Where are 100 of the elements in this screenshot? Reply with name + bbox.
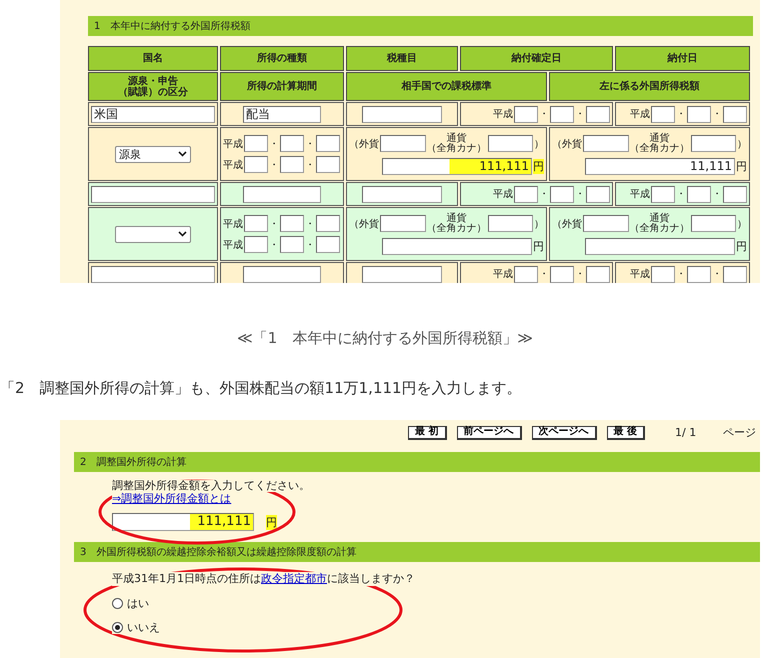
era-label: 平成: [223, 138, 243, 150]
column-header: 所得の計算期間: [220, 72, 344, 101]
era-label: 平成: [630, 268, 650, 281]
dropdown[interactable]: 源泉: [115, 146, 191, 162]
separator-dot: ・: [269, 218, 279, 230]
text-field[interactable]: [244, 236, 268, 253]
amount-field[interactable]: 111,111: [112, 513, 254, 531]
chevron-down-icon: [178, 151, 187, 157]
era-label: 平成: [493, 108, 513, 121]
separator-dot: ・: [269, 138, 279, 150]
term-link[interactable]: 政令指定都市: [261, 572, 327, 585]
text-field[interactable]: [316, 135, 340, 152]
text-field[interactable]: [362, 186, 442, 202]
yen-unit: 円: [533, 238, 544, 254]
era-label: 平成: [630, 108, 650, 121]
text-field[interactable]: [651, 106, 675, 122]
era-label: 平成: [630, 188, 650, 201]
text-field[interactable]: [280, 215, 304, 232]
text-field[interactable]: [280, 156, 304, 173]
page-nav-button[interactable]: 前ページへ: [456, 426, 522, 440]
era-label: 平成: [493, 188, 513, 201]
separator-dot: ・: [575, 188, 585, 201]
text-field[interactable]: 配当: [243, 106, 321, 122]
section-header: 3 外国所得税額の繰越控除余裕額又は繰越控除限度額の計算: [74, 542, 760, 562]
dropdown[interactable]: [115, 226, 191, 242]
separator-dot: ・: [305, 218, 315, 230]
text-field[interactable]: [280, 236, 304, 253]
chevron-down-icon: [178, 231, 187, 237]
separator-dot: ・: [676, 108, 686, 121]
text-field[interactable]: [651, 266, 675, 282]
separator-dot: ・: [575, 268, 585, 281]
radio-option[interactable]: いいえ: [112, 620, 160, 634]
bracket-label: ）: [534, 218, 544, 230]
text-field[interactable]: [514, 186, 538, 202]
separator-dot: ・: [539, 188, 549, 201]
text-field[interactable]: [91, 266, 215, 282]
yen-unit: 円: [266, 514, 277, 530]
body-text: 「2 調整国外所得の計算」も、外国株配当の額11万1,111円を入力します。: [0, 378, 523, 398]
page-nav-button[interactable]: 最 初: [408, 426, 447, 440]
page-nav-button[interactable]: 次ページへ: [532, 426, 597, 440]
text-field[interactable]: [514, 266, 538, 282]
figure-caption: ≪「1 本年中に納付する外国所得税額」≫: [236, 328, 534, 348]
text-field[interactable]: [244, 156, 268, 173]
text-field[interactable]: [583, 135, 628, 152]
text-field[interactable]: [690, 215, 736, 232]
era-label: 平成: [223, 158, 243, 172]
text-field[interactable]: [380, 135, 426, 152]
text-field[interactable]: [380, 215, 426, 232]
text-field[interactable]: [280, 135, 304, 152]
yen-unit: 円: [533, 158, 544, 174]
text-field[interactable]: [687, 266, 711, 282]
amount-field[interactable]: [382, 238, 532, 254]
text-field[interactable]: [488, 135, 533, 152]
text-field[interactable]: [316, 156, 340, 173]
text-field[interactable]: [243, 266, 321, 282]
bracket-label: ）: [534, 138, 544, 150]
text-field[interactable]: [550, 266, 574, 282]
foreign-currency-label: （外貨: [349, 218, 379, 230]
separator-dot: ・: [676, 188, 686, 201]
page-nav-button[interactable]: 最 後: [606, 426, 645, 440]
text-field[interactable]: [243, 186, 321, 202]
text-field[interactable]: [91, 186, 215, 202]
page-count: 1/ 1: [675, 426, 698, 439]
column-header: 源泉・申告 （賦課）の区分: [88, 72, 218, 101]
text-field[interactable]: [362, 106, 442, 122]
question-text: 平成31年1月1日時点の住所は政令指定都市に該当しますか？: [112, 572, 415, 586]
text-field[interactable]: [316, 236, 340, 253]
text-field[interactable]: [316, 215, 340, 232]
text-field[interactable]: [586, 266, 610, 282]
text-field[interactable]: [244, 215, 268, 232]
text-field[interactable]: [514, 106, 538, 122]
text-field[interactable]: [651, 186, 675, 202]
text-field[interactable]: [362, 266, 442, 282]
text-field[interactable]: [550, 186, 574, 202]
separator-dot: ・: [305, 138, 315, 150]
text-field[interactable]: [687, 186, 711, 202]
text-field[interactable]: 米国: [91, 106, 215, 122]
text-field[interactable]: [586, 186, 610, 202]
separator-dot: ・: [539, 108, 549, 121]
amount-field[interactable]: 11,111: [585, 158, 735, 174]
column-header: 左に係る外国所得税額: [549, 72, 750, 101]
text-field[interactable]: [687, 106, 711, 122]
separator-dot: ・: [269, 238, 279, 252]
column-header: 納付確定日: [460, 46, 613, 71]
text-field[interactable]: [583, 215, 628, 232]
text-field[interactable]: [723, 106, 747, 122]
text-field[interactable]: [550, 106, 574, 122]
radio-option[interactable]: はい: [112, 596, 149, 610]
amount-field[interactable]: [585, 238, 735, 254]
text-field[interactable]: [723, 186, 747, 202]
help-link[interactable]: ⇒調整国外所得金額とは: [112, 492, 232, 505]
amount-field[interactable]: 111,111: [382, 158, 532, 174]
text-field[interactable]: [586, 106, 610, 122]
text-field[interactable]: [488, 215, 533, 232]
separator-dot: ・: [712, 188, 722, 201]
page-label: ページ: [723, 425, 756, 440]
text-field[interactable]: [723, 266, 747, 282]
text-field[interactable]: [244, 135, 268, 152]
text-field[interactable]: [690, 135, 736, 152]
foreign-currency-label: （外貨: [552, 138, 582, 150]
